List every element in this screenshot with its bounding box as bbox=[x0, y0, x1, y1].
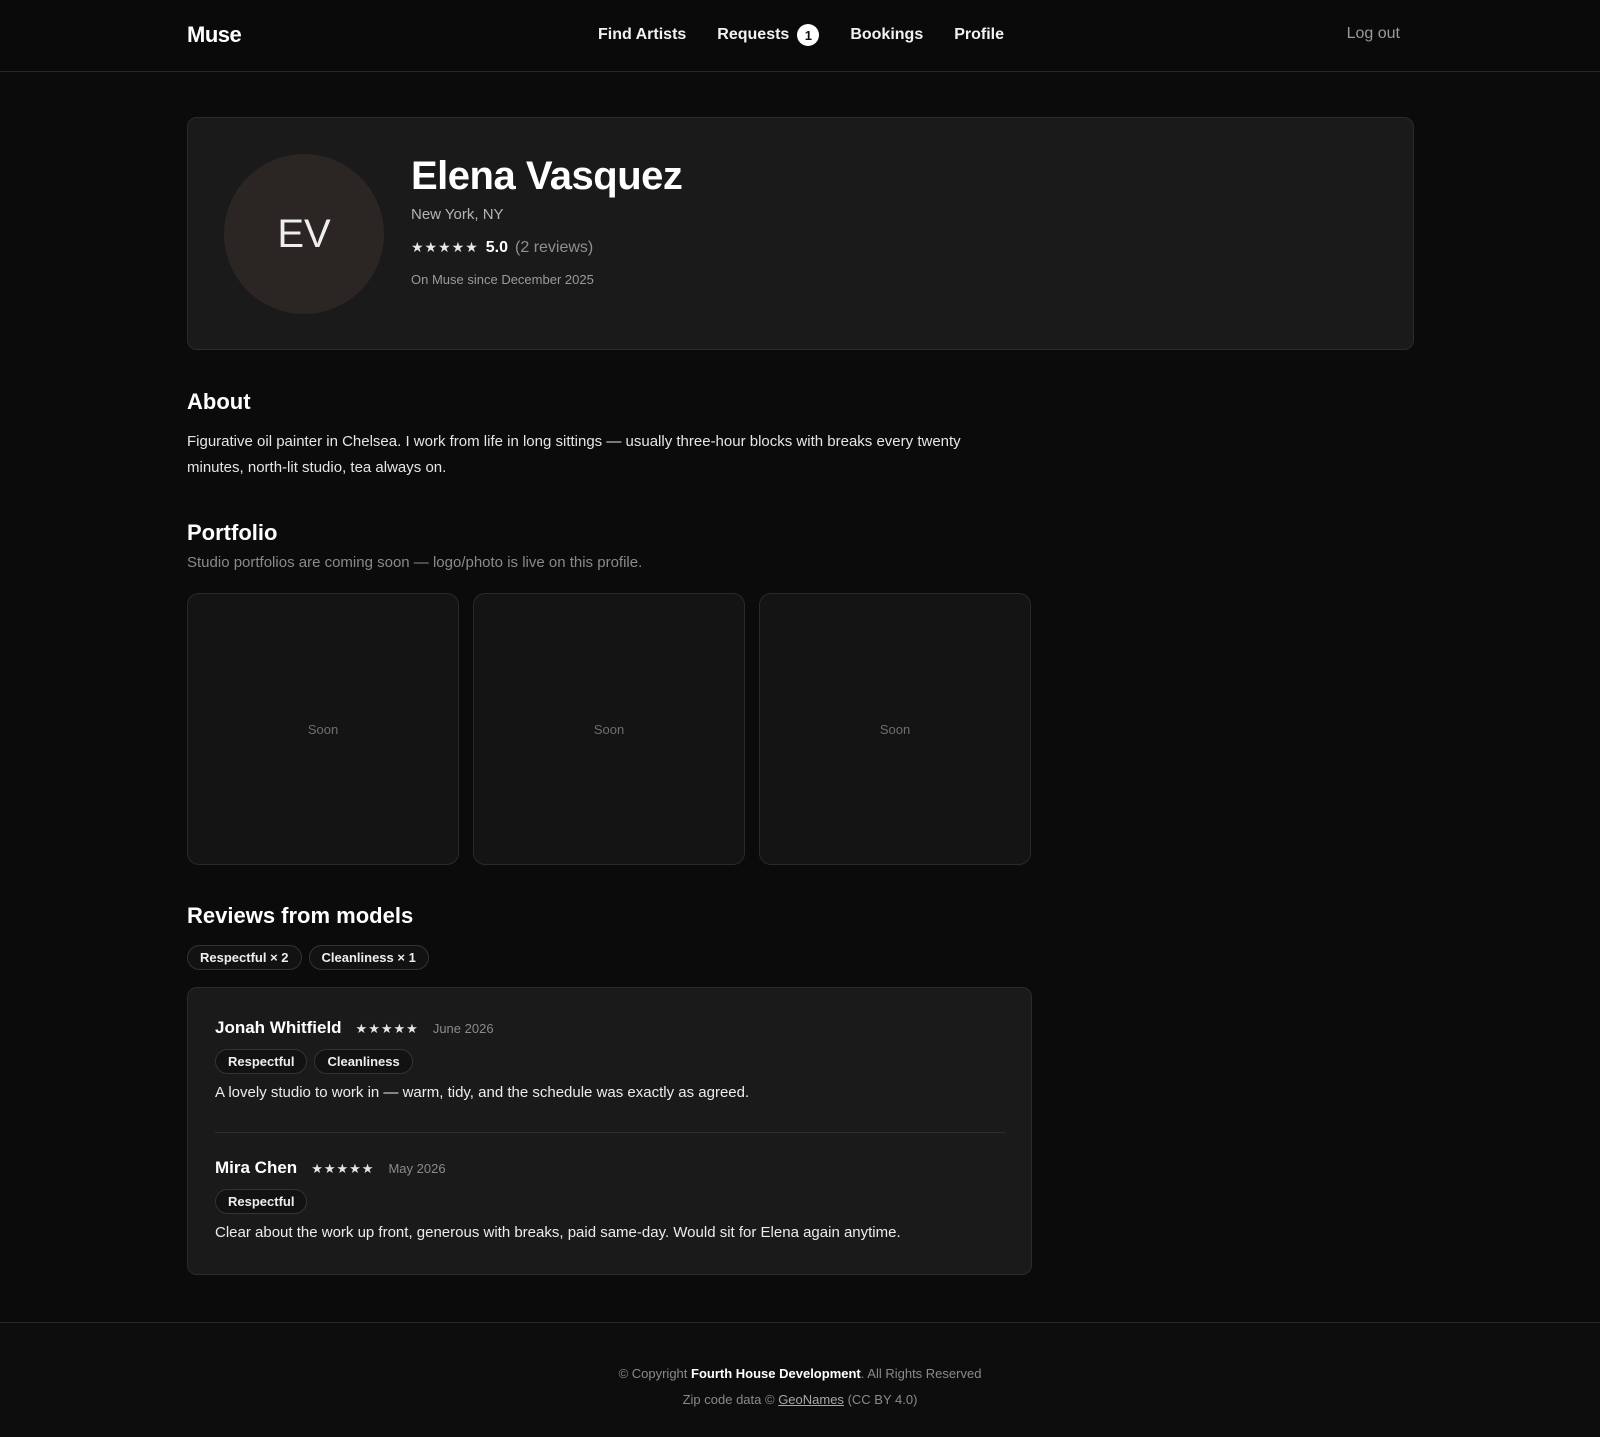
review-count: (2 reviews) bbox=[515, 239, 594, 256]
artist-location: New York, NY bbox=[411, 206, 504, 223]
review-summary-tags: Respectful × 2 Cleanliness × 1 bbox=[187, 945, 429, 970]
review-tag: Respectful bbox=[215, 1189, 308, 1214]
page-footer: © Copyright Fourth House Development. Al… bbox=[0, 1322, 1600, 1437]
review-header: Mira Chen ★★★★★ May 2026 bbox=[215, 1158, 1005, 1178]
summary-tag-respectful: Respectful × 2 bbox=[187, 945, 302, 970]
profile-header-card: EV Elena Vasquez New York, NY ★★★★★ 5.0 … bbox=[187, 117, 1414, 350]
portfolio-tile-label: Soon bbox=[307, 721, 339, 737]
reviews-list: Jonah Whitfield ★★★★★ June 2026 Respectf… bbox=[187, 987, 1032, 1275]
review-date: June 2026 bbox=[432, 1021, 494, 1036]
reviewer-name: Mira Chen bbox=[215, 1158, 298, 1177]
review-header: Jonah Whitfield ★★★★★ June 2026 bbox=[215, 1018, 1005, 1038]
nav-profile[interactable]: Profile bbox=[954, 24, 1004, 46]
about-text: Figurative oil painter in Chelsea. I wor… bbox=[187, 433, 961, 476]
copyright-prefix: © Copyright bbox=[618, 1366, 688, 1381]
portfolio-subtitle: Studio portfolios are coming soon — logo… bbox=[187, 554, 643, 571]
nav-profile-label: Profile bbox=[954, 26, 1005, 43]
rating-summary: ★★★★★ 5.0 (2 reviews) bbox=[411, 239, 593, 257]
rating-value: 5.0 bbox=[485, 239, 509, 256]
nav-bookings-label: Bookings bbox=[850, 26, 924, 43]
artist-name: Elena Vasquez bbox=[411, 154, 683, 198]
portfolio-tile-label: Soon bbox=[593, 721, 625, 737]
copyright-suffix: . All Rights Reserved bbox=[860, 1366, 982, 1381]
about-heading: About bbox=[187, 389, 251, 414]
avatar-initials: EV bbox=[277, 211, 331, 256]
footer-attribution: Zip code data © GeoNames (CC BY 4.0) bbox=[0, 1392, 1600, 1407]
nav-find-artists-label: Find Artists bbox=[598, 26, 687, 43]
top-navigation-bar: Muse Find Artists Requests 1 Bookings Pr… bbox=[0, 0, 1600, 72]
main-nav: Find Artists Requests 1 Bookings Profile bbox=[598, 24, 1004, 46]
review-tags: Respectful bbox=[215, 1189, 1005, 1214]
review-divider bbox=[215, 1132, 1005, 1133]
nav-requests[interactable]: Requests 1 bbox=[717, 24, 820, 46]
nav-find-artists[interactable]: Find Artists bbox=[598, 24, 686, 46]
portfolio-grid: Soon Soon Soon bbox=[187, 593, 1031, 865]
nav-requests-label: Requests bbox=[717, 26, 790, 43]
review-item: Mira Chen ★★★★★ May 2026 Respectful Clea… bbox=[215, 1158, 1005, 1241]
company-name: Fourth House Development bbox=[691, 1366, 861, 1381]
nav-bookings[interactable]: Bookings bbox=[850, 24, 923, 46]
portfolio-heading: Portfolio bbox=[187, 520, 278, 545]
geonames-link[interactable]: GeoNames bbox=[778, 1392, 844, 1407]
portfolio-tile: Soon bbox=[187, 593, 459, 865]
portfolio-tile: Soon bbox=[759, 593, 1031, 865]
review-tag: Respectful bbox=[215, 1049, 308, 1074]
reviewer-name: Jonah Whitfield bbox=[215, 1018, 342, 1037]
muse-logo[interactable]: Muse bbox=[187, 22, 242, 48]
review-text: A lovely studio to work in — warm, tidy,… bbox=[215, 1084, 750, 1101]
review-tag: Cleanliness bbox=[314, 1049, 413, 1074]
review-tags: Respectful Cleanliness bbox=[215, 1049, 1005, 1074]
portfolio-tile-label: Soon bbox=[879, 721, 911, 737]
reviews-heading: Reviews from models bbox=[187, 903, 414, 928]
footer-copyright: © Copyright Fourth House Development. Al… bbox=[0, 1366, 1600, 1381]
review-stars-icon: ★★★★★ bbox=[355, 1021, 419, 1036]
review-text: Clear about the work up front, generous … bbox=[215, 1224, 901, 1241]
zip-data-prefix: Zip code data © bbox=[682, 1392, 775, 1407]
review-stars-icon: ★★★★★ bbox=[311, 1161, 375, 1176]
member-since: On Muse since December 2025 bbox=[411, 272, 594, 287]
rating-stars-icon: ★★★★★ bbox=[411, 239, 479, 255]
requests-count-badge: 1 bbox=[797, 24, 820, 46]
review-item: Jonah Whitfield ★★★★★ June 2026 Respectf… bbox=[215, 1018, 1005, 1101]
avatar: EV bbox=[224, 154, 384, 314]
license-text: (CC BY 4.0) bbox=[847, 1392, 918, 1407]
logout-button[interactable]: Log out bbox=[1347, 25, 1400, 43]
summary-tag-cleanliness: Cleanliness × 1 bbox=[308, 945, 429, 970]
portfolio-tile: Soon bbox=[473, 593, 745, 865]
review-date: May 2026 bbox=[388, 1161, 446, 1176]
artist-profile-page: EV Elena Vasquez New York, NY ★★★★★ 5.0 … bbox=[187, 117, 1414, 1275]
